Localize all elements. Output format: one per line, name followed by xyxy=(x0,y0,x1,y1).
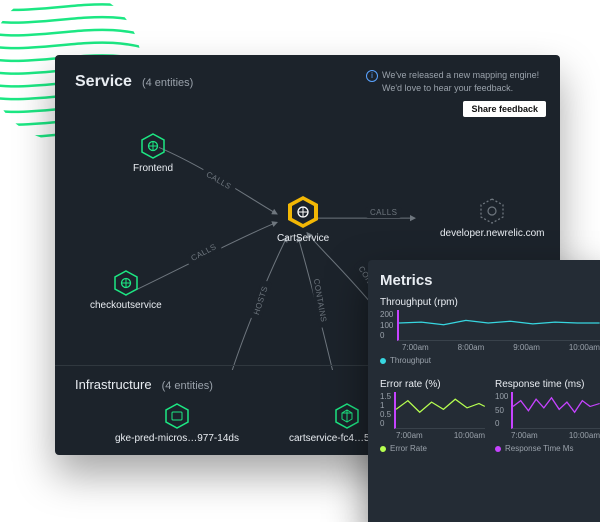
rt-y-axis: 100 50 0 xyxy=(495,392,508,428)
metrics-panel: Metrics Throughput (rpm) 200 100 0 7:00a… xyxy=(368,260,600,522)
node-frontend[interactable]: Frontend xyxy=(133,133,173,174)
throughput-x-axis: 7:00am8:00am9:00am10:00am xyxy=(380,343,600,352)
node-gke-host[interactable]: gke-pred-micros…977-14ds xyxy=(115,403,239,444)
host-hex-icon xyxy=(164,403,190,429)
throughput-legend: Throughput xyxy=(380,356,600,365)
service-hex-icon xyxy=(113,270,139,296)
error-y-axis: 1.5 1 0.5 0 xyxy=(380,392,391,428)
throughput-title: Throughput (rpm) xyxy=(380,297,600,308)
edge-label-calls: CALLS xyxy=(365,207,402,218)
node-external-newrelic[interactable]: developer.newrelic.com xyxy=(440,198,545,239)
infrastructure-heading: Infrastructure xyxy=(75,377,152,392)
rt-legend: Response Time Ms xyxy=(495,444,600,453)
metrics-heading: Metrics xyxy=(380,272,600,289)
error-rate-title: Error rate (%) xyxy=(380,379,485,390)
throughput-y-axis: 200 100 0 xyxy=(380,310,393,340)
error-legend: Error Rate xyxy=(380,444,485,453)
service-hex-icon xyxy=(286,195,320,229)
info-icon: i xyxy=(366,70,378,82)
error-x-axis: 7:00am10:00am xyxy=(380,431,485,440)
service-heading: Service xyxy=(75,73,132,91)
container-hex-icon xyxy=(334,403,360,429)
response-time-chart[interactable] xyxy=(511,392,600,429)
infrastructure-count: (4 entities) xyxy=(162,380,213,392)
rt-x-axis: 7:00am10:00am xyxy=(495,431,600,440)
error-rate-chart[interactable] xyxy=(394,392,485,429)
external-hex-icon xyxy=(479,198,505,224)
node-cartservice[interactable]: CartService xyxy=(277,195,329,244)
node-checkoutservice[interactable]: checkoutservice xyxy=(90,270,162,311)
service-hex-icon xyxy=(140,133,166,159)
response-time-title: Response time (ms) xyxy=(495,379,600,390)
service-count: (4 entities) xyxy=(142,77,193,89)
throughput-chart[interactable] xyxy=(397,310,600,341)
release-notice: iWe've released a new mapping engine! We… xyxy=(366,69,546,94)
